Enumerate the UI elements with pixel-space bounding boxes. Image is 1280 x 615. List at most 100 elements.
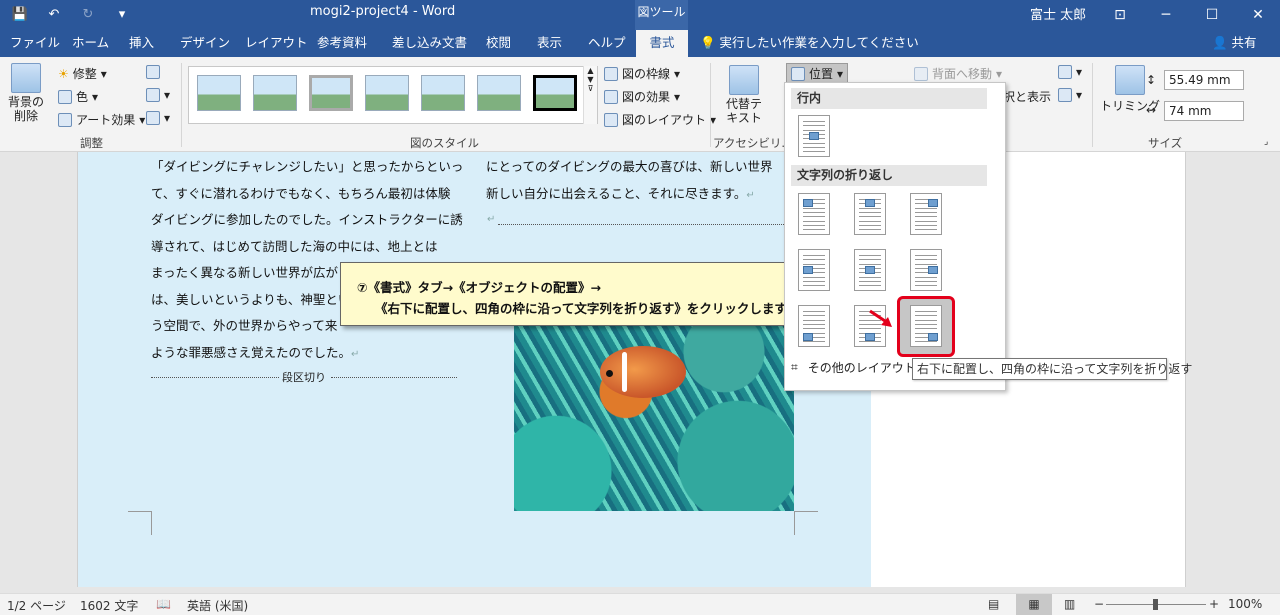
- picture-layout-button[interactable]: 図のレイアウト ▾: [604, 111, 716, 128]
- text-line-mark: [915, 207, 937, 209]
- change-picture-icon[interactable]: ▾: [146, 88, 170, 102]
- gallery-scroll[interactable]: ▲ ▼ ⊽: [583, 66, 597, 124]
- text-line-mark: [915, 259, 937, 261]
- tab-insert[interactable]: 挿入: [119, 30, 164, 57]
- undo-icon[interactable]: ↶: [44, 4, 64, 24]
- rotate-icon[interactable]: ▾: [1058, 88, 1082, 102]
- gallery-more-icon[interactable]: ⊽: [584, 84, 597, 93]
- zoom-slider-thumb[interactable]: [1153, 599, 1158, 610]
- text-line-mark: [859, 276, 881, 278]
- layout-option-bottom-right[interactable]: [910, 305, 942, 347]
- web-layout-icon[interactable]: ▥: [1064, 597, 1075, 611]
- picture-style-2[interactable]: [253, 75, 297, 111]
- selection-pane-button[interactable]: 択と表示: [1003, 88, 1051, 105]
- tab-help[interactable]: ヘルプ: [578, 30, 636, 57]
- text-line-mark: [803, 328, 825, 330]
- compress-pictures-icon[interactable]: [146, 65, 160, 79]
- scroll-up-icon[interactable]: ▲: [584, 66, 597, 75]
- group-label-size: サイズ: [1148, 136, 1183, 150]
- layout-option-top-right[interactable]: [910, 193, 942, 235]
- user-name[interactable]: 富士 太郎: [1030, 4, 1086, 23]
- picture-border-label: 図の枠線: [622, 67, 671, 81]
- tab-mailings[interactable]: 差し込み文書: [382, 30, 477, 57]
- save-icon[interactable]: 💾: [10, 4, 30, 24]
- picture-border-button[interactable]: 図の枠線 ▾: [604, 65, 680, 82]
- tab-review[interactable]: 校閲: [476, 30, 521, 57]
- corrections-button[interactable]: ☀ 修整 ▾: [58, 65, 107, 82]
- height-input[interactable]: 55.49 mm: [1164, 70, 1244, 90]
- text-line-mark: [859, 280, 881, 282]
- close-button[interactable]: ✕: [1235, 0, 1280, 30]
- picture-tools-label: 図ツール: [635, 0, 688, 30]
- share-button[interactable]: 👤 共有: [1212, 30, 1257, 57]
- reset-picture-icon[interactable]: ▾: [146, 111, 170, 125]
- layout-icon: [604, 112, 618, 127]
- send-backward-button[interactable]: 背面へ移動 ▾: [914, 65, 1002, 82]
- tab-view[interactable]: 表示: [527, 30, 572, 57]
- tab-format[interactable]: 書式: [636, 30, 688, 57]
- color-button[interactable]: 色 ▾: [58, 88, 98, 105]
- color-label: 色: [76, 90, 89, 104]
- page-count[interactable]: 1/2 ページ: [7, 597, 66, 614]
- picture-layout-label: 図のレイアウト: [622, 113, 707, 127]
- right-column-text[interactable]: にとってのダイビングの最大の喜びは、新しい世界 新しい自分に出会えること、それに…: [486, 154, 773, 209]
- fish-eye: [606, 370, 613, 377]
- text-line-mark: [803, 121, 825, 122]
- text-line-mark: [859, 263, 881, 265]
- alt-text-button[interactable]: 代替テ キスト: [726, 65, 762, 125]
- layout-option-middle-right[interactable]: [910, 249, 942, 291]
- tab-file[interactable]: ファイル: [0, 30, 70, 57]
- layout-option-bottom-left[interactable]: [798, 305, 830, 347]
- customize-qat-icon[interactable]: ▾: [112, 4, 132, 24]
- text-line-mark: [915, 311, 937, 312]
- remove-background-button[interactable]: 背景の 削除: [8, 63, 44, 123]
- zoom-in-button[interactable]: +: [1209, 597, 1219, 611]
- position-button[interactable]: 位置 ▾: [786, 63, 849, 84]
- artistic-effects-button[interactable]: アート効果 ▾: [58, 111, 145, 128]
- text-line-mark: [915, 229, 937, 231]
- picture-style-1[interactable]: [197, 75, 241, 111]
- more-layout-options[interactable]: ⌗ その他のレイアウト オ: [791, 359, 932, 376]
- text-line-mark: [859, 216, 881, 218]
- proofing-icon[interactable]: 📖: [156, 597, 171, 611]
- send-backward-label: 背面へ移動: [932, 67, 993, 81]
- tell-me-search[interactable]: 💡 実行したい作業を入力してください: [700, 30, 919, 57]
- tab-design[interactable]: デザイン: [170, 30, 240, 57]
- picture-style-3[interactable]: [309, 75, 353, 111]
- layout-option-top-left[interactable]: [798, 193, 830, 235]
- zoom-level[interactable]: 100%: [1228, 597, 1262, 611]
- align-icon[interactable]: ▾: [1058, 65, 1082, 79]
- width-input[interactable]: 74 mm: [1164, 101, 1244, 121]
- tab-layout[interactable]: レイアウト: [235, 30, 318, 57]
- redo-icon[interactable]: ↻: [78, 4, 98, 24]
- picture-style-7[interactable]: [533, 75, 577, 111]
- layout-option-middle-center[interactable]: [854, 249, 886, 291]
- layout-option-middle-left[interactable]: [798, 249, 830, 291]
- scroll-down-icon[interactable]: ▼: [584, 75, 597, 84]
- picture-style-6[interactable]: [477, 75, 521, 111]
- left-column-text[interactable]: 「ダイビングにチャレンジしたい」と思ったからといっ て、すぐに潜れるわけでもなく…: [151, 154, 463, 368]
- size-dialog-launcher-icon[interactable]: ⌟: [1264, 137, 1268, 147]
- picture-effects-button[interactable]: 図の効果 ▾: [604, 88, 680, 105]
- alt-text-label: 代替テ キスト: [726, 97, 763, 125]
- zoom-out-button[interactable]: −: [1094, 597, 1104, 611]
- read-mode-icon[interactable]: ▤: [988, 597, 999, 611]
- maximize-button[interactable]: ☐: [1189, 0, 1235, 30]
- lightbulb-icon: 💡: [700, 35, 720, 50]
- window-title: mogi2-project4 - Word: [310, 4, 456, 19]
- tab-references[interactable]: 参考資料: [307, 30, 377, 57]
- fish-photo[interactable]: [514, 312, 794, 511]
- minimize-button[interactable]: ─: [1143, 0, 1189, 30]
- layout-option-inline[interactable]: [798, 115, 830, 157]
- text-line: にとってのダイビングの最大の喜びは、新しい世界: [486, 159, 773, 174]
- ribbon-display-options-icon[interactable]: ⊡: [1097, 0, 1143, 30]
- print-layout-icon[interactable]: ▦: [1016, 594, 1052, 615]
- color-icon: [58, 89, 72, 104]
- picture-style-5[interactable]: [421, 75, 465, 111]
- tab-home[interactable]: ホーム: [62, 30, 119, 57]
- section-break-line: [331, 377, 457, 378]
- language-indicator[interactable]: 英語 (米国): [187, 597, 248, 614]
- picture-style-4[interactable]: [365, 75, 409, 111]
- word-count[interactable]: 1602 文字: [80, 597, 138, 614]
- layout-option-top-center[interactable]: [854, 193, 886, 235]
